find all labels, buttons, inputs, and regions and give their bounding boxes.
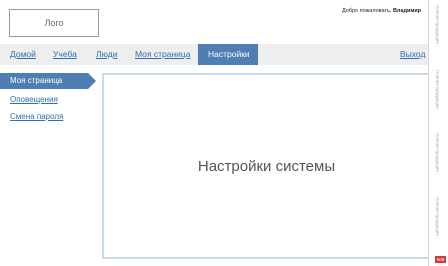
- sidebar-item-change-password[interactable]: Смена пароля: [10, 112, 63, 121]
- user-name[interactable]: Владимир: [393, 8, 421, 14]
- page-title: Настройки системы: [197, 157, 336, 175]
- nav-home[interactable]: Домой: [10, 44, 36, 65]
- nav-settings[interactable]: Настройки: [198, 44, 258, 65]
- welcome-text: Добро пожаловать, Владимир: [342, 8, 421, 14]
- logout-link[interactable]: Выход: [400, 44, 425, 65]
- logo: Лого: [9, 9, 99, 37]
- welcome-prefix: Добро пожаловать,: [342, 8, 392, 14]
- main-content-panel: Настройки системы: [102, 73, 431, 259]
- page-number-badge: 606: [435, 256, 446, 263]
- sidebar-item-label: Моя страница: [10, 76, 63, 85]
- logo-text: Лого: [44, 18, 64, 28]
- side-label: Полная продукция: [435, 197, 440, 236]
- side-label: Полная продукция: [435, 133, 440, 172]
- side-label: Полная продукция: [435, 5, 440, 44]
- nav-study[interactable]: Учеба: [53, 44, 77, 65]
- sidebar-item-notifications[interactable]: Оповещения: [10, 95, 58, 104]
- nav-my-page[interactable]: Моя страница: [135, 44, 191, 65]
- side-label: Полная продукция: [435, 70, 440, 109]
- nav-people[interactable]: Люди: [96, 44, 117, 65]
- top-navigation: Домой Учеба Люди Моя страница Настройки …: [0, 44, 428, 65]
- sidebar-item-my-page[interactable]: Моя страница: [0, 73, 96, 89]
